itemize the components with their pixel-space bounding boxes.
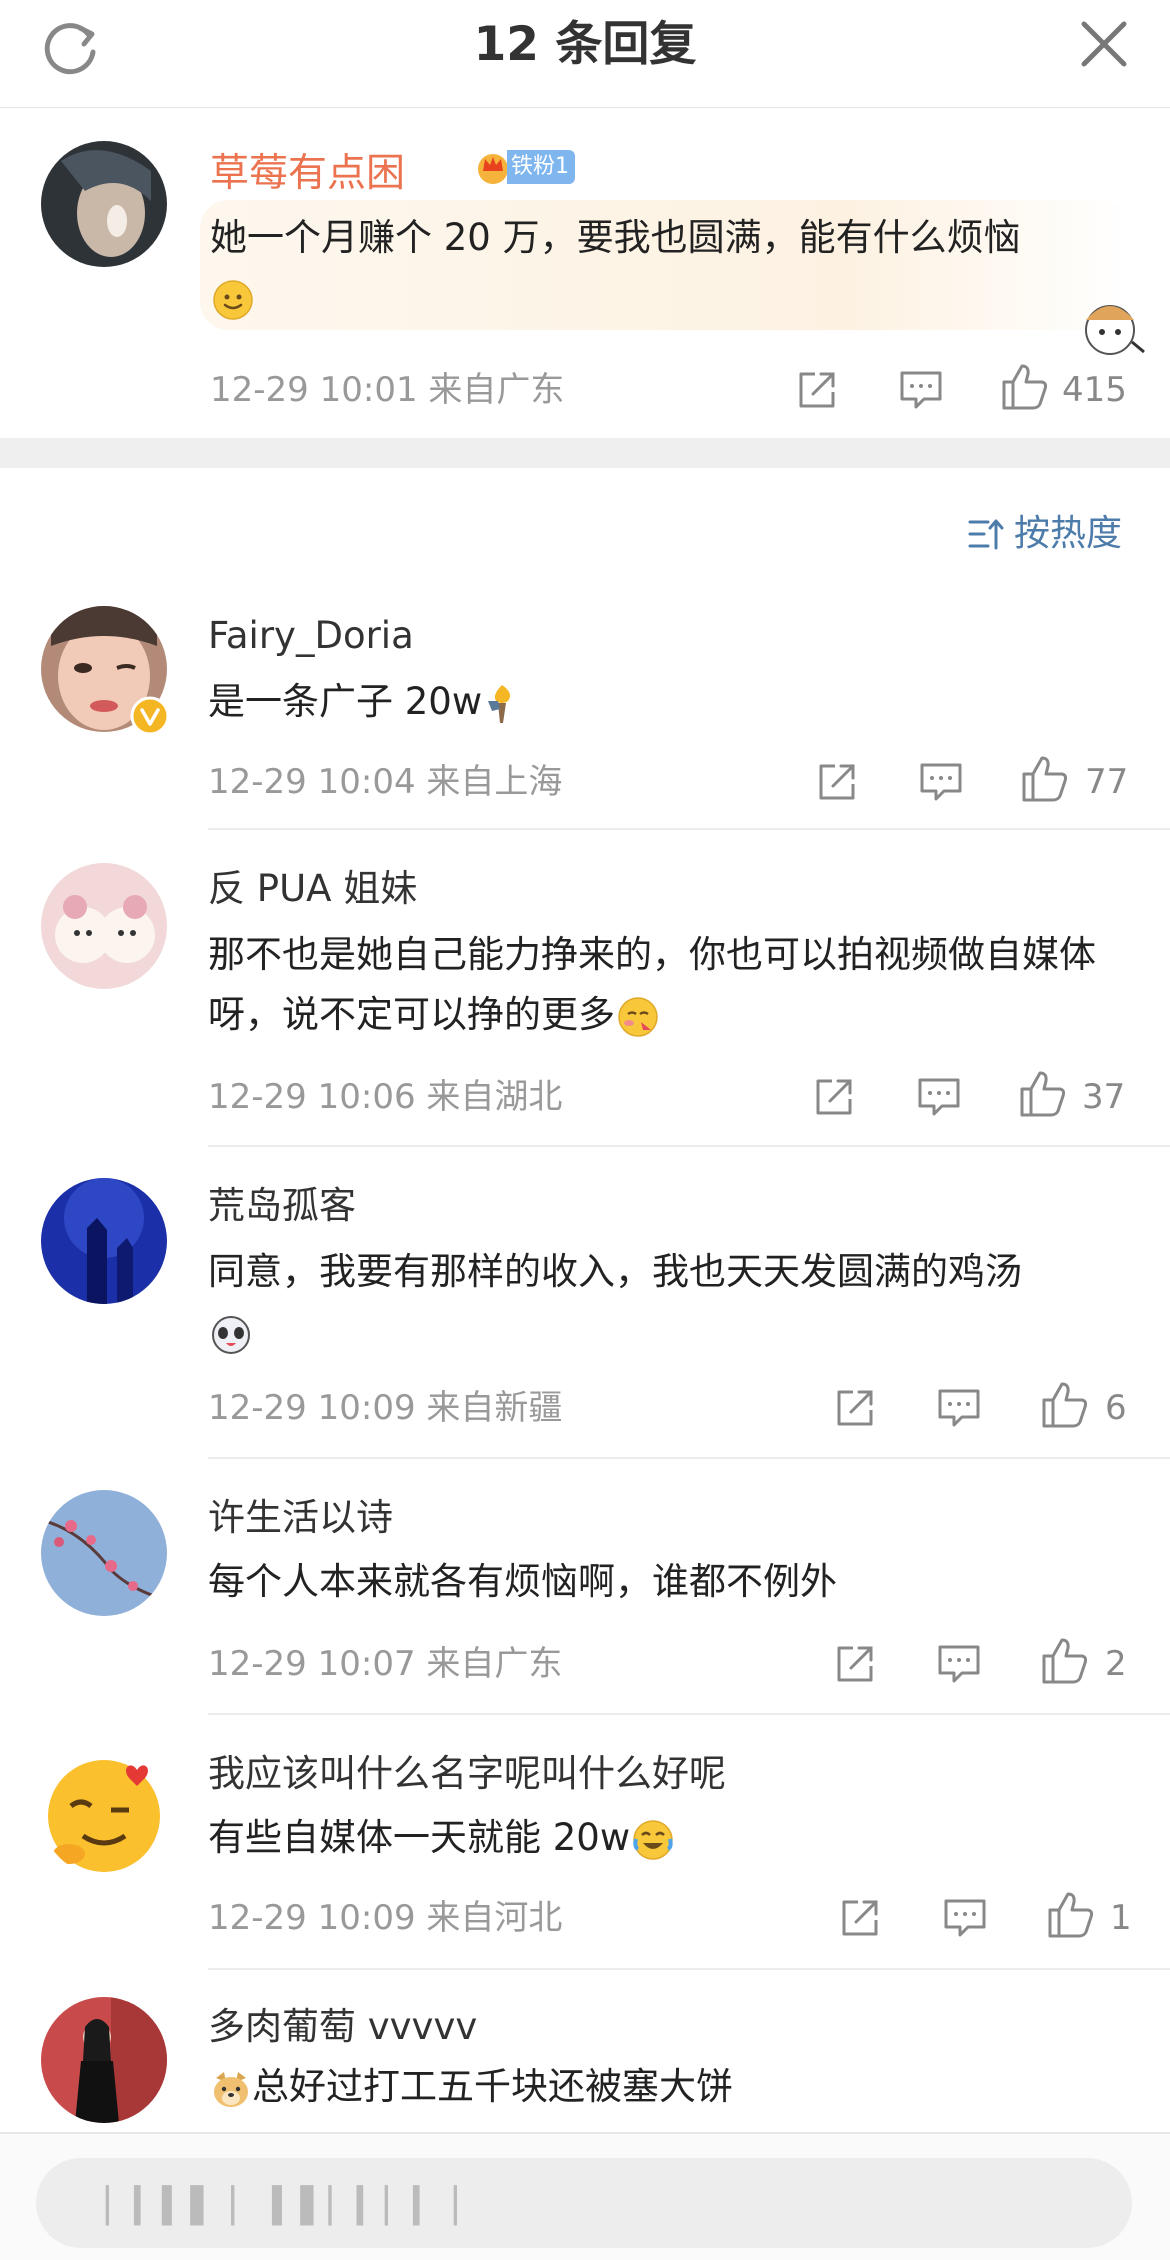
avatar[interactable] [41, 1750, 167, 1876]
doge-emoji-icon [214, 2071, 248, 2107]
comment-meta: 12-29 10:09 来自河北 [208, 1898, 563, 1938]
verified-badge-icon [130, 696, 170, 736]
comment-meta: 12-29 10:09 来自新疆 [208, 1388, 563, 1428]
comment-icon[interactable] [916, 1075, 962, 1119]
comment-username[interactable]: 我应该叫什么名字呢叫什么好呢 [208, 1748, 726, 1800]
comment-text-content: 总好过打工五千块还被塞大饼 [252, 2065, 733, 2108]
comment-text: 每个人本来就各有烦恼啊，谁都不例外 [208, 1552, 1128, 1612]
like-icon[interactable] [1046, 1890, 1096, 1940]
header-bar: 12 条回复 [0, 0, 1170, 109]
avatar[interactable] [41, 863, 167, 989]
laugh-cry-emoji-icon [633, 1819, 673, 1860]
comment-meta: 12-29 10:06 来自湖北 [208, 1077, 563, 1117]
sort-icon [968, 519, 1004, 550]
comment-text: 总好过打工五千块还被塞大饼 [208, 2057, 1128, 2117]
like-icon[interactable] [1020, 754, 1070, 804]
reply-divider [208, 1968, 1170, 1970]
comment-text-content: 同意，我要有那样的收入，我也天天发圆满的鸡汤 [208, 1250, 1022, 1293]
reply-divider [208, 1457, 1170, 1459]
comment-meta: 12-29 10:01 来自广东 [210, 370, 565, 410]
comment-text-content: 有些自媒体一天就能 20w [208, 1816, 631, 1859]
repost-icon[interactable] [815, 760, 859, 804]
page-title: 12 条回复 [473, 17, 697, 72]
comment-icon[interactable] [936, 1386, 982, 1430]
like-icon[interactable] [1018, 1069, 1068, 1119]
comment-icon[interactable] [936, 1642, 982, 1686]
comment-username[interactable]: 荒岛孤客 [208, 1180, 356, 1232]
repost-icon[interactable] [812, 1075, 856, 1119]
reply-input[interactable]: ▏▎▍▌ ▏ ▍▌▏▎▏▎ ▏ [36, 2158, 1132, 2248]
sticker-decoration-icon [1085, 305, 1145, 355]
comment-icon[interactable] [898, 368, 944, 412]
comment-username[interactable]: 许生活以诗 [208, 1492, 393, 1544]
smile-emoji-icon [213, 279, 253, 320]
repost-icon[interactable] [833, 1386, 877, 1430]
root-comment: 草莓有点困 铁粉1 她一个月赚个 20 万，要我也圆满，能有什么烦恼 12-29… [0, 108, 1170, 438]
blush-emoji-icon [618, 996, 658, 1037]
fan-badge-label: 铁粉1 [507, 150, 575, 184]
comment-meta: 12-29 10:04 来自上海 [208, 762, 563, 802]
comment-icon[interactable] [918, 760, 964, 804]
reply-divider [208, 1713, 1170, 1715]
like-count: 77 [1085, 762, 1129, 802]
like-count: 6 [1105, 1388, 1127, 1428]
comment-text-content: 她一个月赚个 20 万，要我也圆满，能有什么烦恼 [210, 216, 1021, 259]
comment-text: 有些自媒体一天就能 20w [208, 1808, 1128, 1868]
comment-icon[interactable] [942, 1896, 988, 1940]
comment-text-content: 是一条广子 20w [208, 680, 483, 723]
torch-emoji-icon [488, 684, 511, 723]
comment-text: 她一个月赚个 20 万，要我也圆满，能有什么烦恼 [210, 208, 1090, 328]
reply-divider [208, 828, 1170, 830]
comment-username[interactable]: Fairy_Doria [208, 610, 414, 662]
comment-username[interactable]: 反 PUA 姐妹 [208, 863, 417, 915]
reply-item: 反 PUA 姐妹 那不也是她自己能力挣来的，你也可以拍视频做自媒体呀，说不定可以… [0, 855, 1170, 1147]
fan-badge: 铁粉1 [475, 149, 575, 185]
comment-text: 同意，我要有那样的收入，我也天天发圆满的鸡汤 [208, 1242, 1128, 1362]
like-icon[interactable] [1040, 1380, 1090, 1430]
like-count: 415 [1062, 370, 1127, 410]
comment-username[interactable]: 多肉葡萄 vvvvv [208, 2001, 477, 2053]
section-divider [0, 438, 1170, 468]
comment-text: 是一条广子 20w [208, 672, 1128, 732]
close-icon[interactable] [1078, 18, 1130, 70]
avatar[interactable] [41, 1997, 167, 2123]
reply-item: Fairy_Doria 是一条广子 20w 12-29 10:04 来自上海 7… [0, 600, 1170, 830]
like-count: 37 [1082, 1077, 1126, 1117]
crown-icon [478, 154, 508, 184]
like-count: 2 [1105, 1644, 1127, 1684]
avatar[interactable] [41, 1178, 167, 1304]
reply-item: 荒岛孤客 同意，我要有那样的收入，我也天天发圆满的鸡汤 12-29 10:09 … [0, 1172, 1170, 1459]
reply-item: 多肉葡萄 vvvvv 总好过打工五千块还被塞大饼 [0, 1995, 1170, 2132]
like-icon[interactable] [1040, 1636, 1090, 1686]
reply-item: 许生活以诗 每个人本来就各有烦恼啊，谁都不例外 12-29 10:07 来自广东… [0, 1488, 1170, 1715]
avatar[interactable] [41, 1490, 167, 1616]
comment-username[interactable]: 草莓有点困 [210, 148, 405, 200]
repost-icon[interactable] [833, 1642, 877, 1686]
repost-icon[interactable] [795, 368, 839, 412]
composer-bar: ▏▎▍▌ ▏ ▍▌▏▎▏▎ ▏ [0, 2132, 1170, 2260]
comment-text: 那不也是她自己能力挣来的，你也可以拍视频做自媒体呀，说不定可以挣的更多 [208, 925, 1128, 1045]
sort-toggle[interactable]: 按热度 [966, 508, 1122, 560]
comment-meta: 12-29 10:07 来自广东 [208, 1644, 563, 1684]
dog-emoji-icon [212, 1315, 250, 1354]
comment-text-content: 每个人本来就各有烦恼啊，谁都不例外 [208, 1560, 837, 1603]
sort-label: 按热度 [1014, 513, 1123, 554]
reply-input-placeholder: ▏▎▍▌ ▏ ▍▌▏▎▏▎ ▏ [106, 2186, 483, 2226]
like-icon[interactable] [1000, 362, 1050, 412]
reply-item: 我应该叫什么名字呢叫什么好呢 有些自媒体一天就能 20w 12-29 10:09… [0, 1742, 1170, 1970]
like-count: 1 [1110, 1898, 1132, 1938]
avatar[interactable] [41, 141, 167, 267]
repost-icon[interactable] [838, 1896, 882, 1940]
reply-divider [208, 1145, 1170, 1147]
